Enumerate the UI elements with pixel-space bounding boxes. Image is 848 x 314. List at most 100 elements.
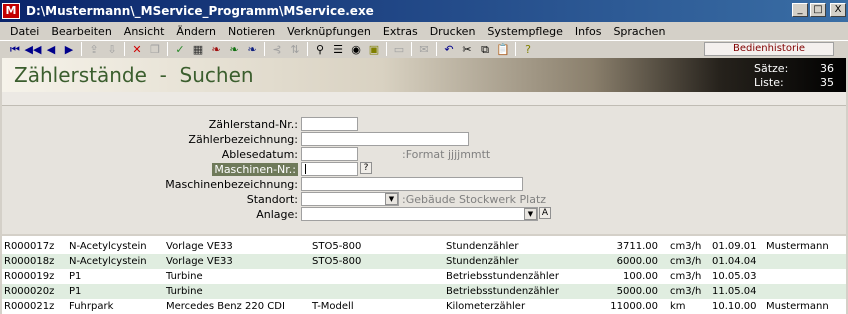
menu-item-sprachen[interactable]: Sprachen <box>607 25 671 38</box>
toolbar-separator <box>436 42 437 56</box>
tool-red-icon[interactable]: ❧ <box>207 42 225 57</box>
print-icon[interactable]: ▭ <box>390 42 408 57</box>
cell-counter-type: Kilometerzähler <box>446 301 526 312</box>
zaehlerbezeichnung-input[interactable] <box>301 132 469 146</box>
export-icon[interactable]: ⇪ <box>85 42 103 57</box>
liste-value: 35 <box>820 76 834 89</box>
tool-green-icon[interactable]: ❧ <box>225 42 243 57</box>
undo-icon[interactable]: ↶ <box>440 42 458 57</box>
cell-date: 10.10.00 <box>712 301 757 312</box>
prev-record-icon[interactable]: ◀ <box>42 42 60 57</box>
sort-icon[interactable]: ⇅ <box>286 42 304 57</box>
menu-item-verknüpfungen[interactable]: Verknüpfungen <box>281 25 377 38</box>
import-icon[interactable]: ⇩ <box>103 42 121 57</box>
app-icon[interactable]: M <box>2 3 20 19</box>
row-zaehlerbezeichnung: Zählerbezeichnung: <box>2 132 846 147</box>
table-row[interactable]: R000018z N-Acetylcystein Vorlage VE33 STO5-… <box>2 254 846 269</box>
standort-hint: :Gebäude Stockwerk Platz <box>402 193 547 206</box>
maximize-button[interactable]: □ <box>810 3 826 17</box>
anlage-dropdown-icon[interactable]: ▼ <box>524 208 537 220</box>
ablesedatum-label: Ablesedatum: <box>221 148 298 161</box>
maschinen-nr-lookup-button[interactable]: ? <box>360 162 372 174</box>
binoculars-icon[interactable]: ⚲ <box>311 42 329 57</box>
table-row[interactable]: R000021z Fuhrpark Mercedes Benz 220 CDI T-M… <box>2 299 846 314</box>
cell-record-id: R000021z <box>4 301 55 312</box>
help-icon[interactable]: ? <box>519 42 537 57</box>
copy-record-icon[interactable]: ❐ <box>146 42 164 57</box>
row-maschinen-nr: Maschinen-Nr.: ? <box>2 162 846 177</box>
cell-date: 01.09.01 <box>712 241 757 252</box>
cell-unit: cm3/h <box>670 256 702 267</box>
toolbar-separator <box>515 42 516 56</box>
cell-product: N-Acetylcystein <box>69 256 147 267</box>
toolbar-separator <box>411 42 412 56</box>
toolbar-separator <box>264 42 265 56</box>
standort-dropdown-icon[interactable]: ▼ <box>385 193 398 205</box>
cell-unit: cm3/h <box>670 286 702 297</box>
cell-reading: 100.00 <box>623 271 658 282</box>
close-button[interactable]: X <box>830 3 846 17</box>
cell-unit: cm3/h <box>670 271 702 282</box>
cell-unit: cm3/h <box>670 241 702 252</box>
maschinen-nr-input[interactable] <box>301 162 358 176</box>
menu-item-extras[interactable]: Extras <box>377 25 424 38</box>
cell-counter-type: Betriebsstundenzähler <box>446 271 559 282</box>
cell-user: Mustermann <box>766 241 829 252</box>
toolbar-separator <box>124 42 125 56</box>
table-row[interactable]: R000019z P1 Turbine Betriebsstundenzähler 10… <box>2 269 846 284</box>
maschinenbezeichnung-input[interactable] <box>301 177 523 191</box>
minimize-button[interactable]: _ <box>792 3 808 17</box>
prev-page-icon[interactable]: ◀◀ <box>24 42 42 57</box>
cell-machine: Turbine <box>166 271 203 282</box>
bedienhistorie-button[interactable]: Bedienhistorie <box>704 42 834 56</box>
menu-item-bearbeiten[interactable]: Bearbeiten <box>45 25 117 38</box>
cell-model: STO5-800 <box>312 241 362 252</box>
cut-icon[interactable]: ✂ <box>458 42 476 57</box>
cell-product: P1 <box>69 271 82 282</box>
menu-item-datei[interactable]: Datei <box>4 25 45 38</box>
menu-item-systempflege[interactable]: Systempflege <box>481 25 568 38</box>
menu-item-notieren[interactable]: Notieren <box>222 25 281 38</box>
copy-icon[interactable]: ⧉ <box>476 42 494 57</box>
cell-reading: 5000.00 <box>616 286 658 297</box>
menu-item-ansicht[interactable]: Ansicht <box>118 25 171 38</box>
link-icon[interactable]: ⊰ <box>268 42 286 57</box>
next-record-icon[interactable]: ▶ <box>60 42 78 57</box>
zaehlerbezeichnung-label: Zählerbezeichnung: <box>188 133 298 146</box>
zaehlerstand-nr-input[interactable] <box>301 117 358 131</box>
toolbar-separator <box>167 42 168 56</box>
list-icon[interactable]: ☰ <box>329 42 347 57</box>
ablesedatum-input[interactable] <box>301 147 358 161</box>
menu-item-infos[interactable]: Infos <box>569 25 608 38</box>
image-icon[interactable]: ▣ <box>365 42 383 57</box>
cell-machine: Turbine <box>166 286 203 297</box>
row-ablesedatum: Ablesedatum: :Format jjjjmmtt <box>2 147 846 162</box>
cell-unit: km <box>670 301 686 312</box>
menu-item-drucken[interactable]: Drucken <box>424 25 482 38</box>
mail-icon[interactable]: ✉ <box>415 42 433 57</box>
results-table: R000017z N-Acetylcystein Vorlage VE33 STO5-… <box>2 236 846 314</box>
header-banner: Zählerstände - Suchen Sätze: 36 Liste: 35 <box>2 58 846 92</box>
standort-select[interactable]: ▼ <box>301 192 399 206</box>
row-maschinenbezeichnung: Maschinenbezeichnung: <box>2 177 846 192</box>
confirm-icon[interactable]: ✓ <box>171 42 189 57</box>
menu-item-ändern[interactable]: Ändern <box>170 25 222 38</box>
liste-label: Liste: <box>754 76 784 89</box>
anlage-label: Anlage: <box>256 208 298 221</box>
row-standort: Standort: ▼ :Gebäude Stockwerk Platz <box>2 192 846 207</box>
anlage-button[interactable]: A <box>539 207 551 219</box>
menu-bar: Datei Bearbeiten Ansicht Ändern Notieren Verk… <box>0 22 848 40</box>
cell-product: Fuhrpark <box>69 301 114 312</box>
table-row[interactable]: R000020z P1 Turbine Betriebsstundenzähler 50… <box>2 284 846 299</box>
delete-icon[interactable]: ✕ <box>128 42 146 57</box>
cell-reading: 6000.00 <box>616 256 658 267</box>
first-record-icon[interactable]: ⏮ <box>6 42 24 57</box>
anlage-select[interactable]: ▼ <box>301 207 538 221</box>
table-row[interactable]: R000017z N-Acetylcystein Vorlage VE33 STO5-… <box>2 239 846 254</box>
view-icon[interactable]: ◉ <box>347 42 365 57</box>
tool-blue-icon[interactable]: ❧ <box>243 42 261 57</box>
calculator-icon[interactable]: ▦ <box>189 42 207 57</box>
cell-counter-type: Stundenzähler <box>446 256 519 267</box>
paste-icon[interactable]: 📋 <box>494 42 512 57</box>
search-form: Zählerstand-Nr.: Zählerbezeichnung: Able… <box>2 106 846 234</box>
